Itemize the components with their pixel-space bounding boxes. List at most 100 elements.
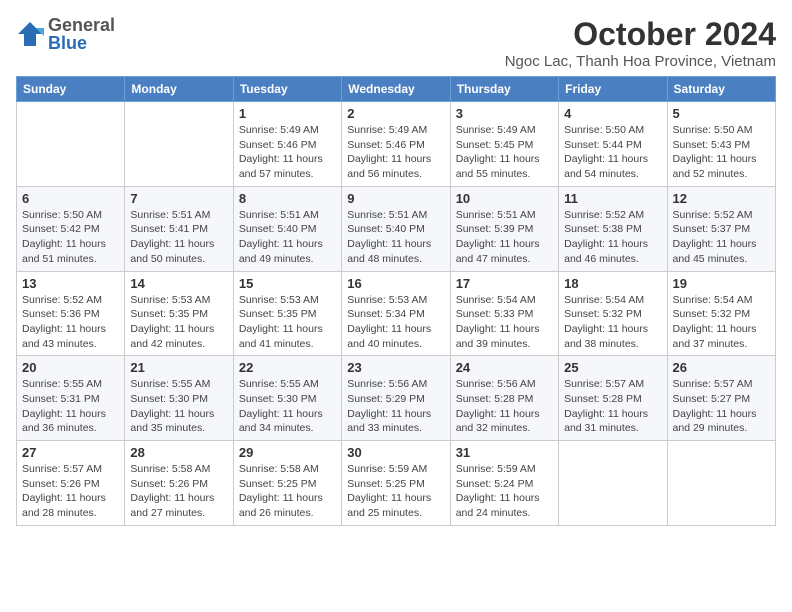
day-info: Sunrise: 5:54 AMSunset: 5:33 PMDaylight:… bbox=[456, 293, 553, 352]
day-info: Sunrise: 5:55 AMSunset: 5:30 PMDaylight:… bbox=[130, 377, 227, 436]
calendar-cell: 7Sunrise: 5:51 AMSunset: 5:41 PMDaylight… bbox=[125, 186, 233, 271]
day-number: 26 bbox=[673, 360, 770, 375]
day-number: 15 bbox=[239, 276, 336, 291]
day-info: Sunrise: 5:52 AMSunset: 5:36 PMDaylight:… bbox=[22, 293, 119, 352]
day-info: Sunrise: 5:59 AMSunset: 5:25 PMDaylight:… bbox=[347, 462, 444, 521]
calendar-cell: 19 Sunrise: 5:54 AMSunset: 5:32 PMDayligh… bbox=[667, 271, 775, 356]
weekday-header-wednesday: Wednesday bbox=[342, 77, 450, 102]
calendar-table: SundayMondayTuesdayWednesdayThursdayFrid… bbox=[16, 76, 776, 526]
day-info: Sunrise: 5:54 AMSunset: 5:32 PMDaylight:… bbox=[673, 293, 770, 352]
location-subtitle: Ngoc Lac, Thanh Hoa Province, Vietnam bbox=[505, 53, 776, 70]
day-number: 12 bbox=[673, 191, 770, 206]
logo-blue: Blue bbox=[48, 34, 115, 52]
calendar-cell: 18Sunrise: 5:54 AMSunset: 5:32 PMDayligh… bbox=[559, 271, 667, 356]
day-info: Sunrise: 5:53 AMSunset: 5:35 PMDaylight:… bbox=[130, 293, 227, 352]
calendar-cell: 4 Sunrise: 5:50 AMSunset: 5:44 PMDaylight… bbox=[559, 102, 667, 187]
day-number: 14 bbox=[130, 276, 227, 291]
day-info: Sunrise: 5:59 AMSunset: 5:24 PMDaylight:… bbox=[456, 462, 553, 521]
calendar-week-row: 1 Sunrise: 5:49 AMSunset: 5:46 PMDaylight… bbox=[17, 102, 776, 187]
day-number: 6 bbox=[22, 191, 119, 206]
logo: General Blue bbox=[16, 16, 115, 52]
calendar-cell: 9 Sunrise: 5:51 AMSunset: 5:40 PMDaylight… bbox=[342, 186, 450, 271]
calendar-cell: 15 Sunrise: 5:53 AMSunset: 5:35 PMDayligh… bbox=[233, 271, 341, 356]
day-info: Sunrise: 5:51 AMSunset: 5:40 PMDaylight:… bbox=[239, 208, 336, 267]
calendar-cell: 12 Sunrise: 5:52 AMSunset: 5:37 PMDayligh… bbox=[667, 186, 775, 271]
calendar-cell: 20Sunrise: 5:55 AMSunset: 5:31 PMDayligh… bbox=[17, 356, 125, 441]
day-number: 22 bbox=[239, 360, 336, 375]
day-number: 28 bbox=[130, 445, 227, 460]
day-number: 10 bbox=[456, 191, 553, 206]
day-number: 25 bbox=[564, 360, 661, 375]
day-number: 5 bbox=[673, 106, 770, 121]
weekday-header-monday: Monday bbox=[125, 77, 233, 102]
calendar-cell: 16Sunrise: 5:53 AMSunset: 5:34 PMDayligh… bbox=[342, 271, 450, 356]
day-number: 23 bbox=[347, 360, 444, 375]
day-info: Sunrise: 5:58 AMSunset: 5:26 PMDaylight:… bbox=[130, 462, 227, 521]
logo-icon bbox=[16, 20, 44, 48]
day-info: Sunrise: 5:50 AMSunset: 5:42 PMDaylight:… bbox=[22, 208, 119, 267]
page-header: General Blue October 2024 Ngoc Lac, Than… bbox=[16, 16, 776, 70]
day-info: Sunrise: 5:55 AMSunset: 5:30 PMDaylight:… bbox=[239, 377, 336, 436]
day-number: 31 bbox=[456, 445, 553, 460]
calendar-cell: 23Sunrise: 5:56 AMSunset: 5:29 PMDayligh… bbox=[342, 356, 450, 441]
day-info: Sunrise: 5:57 AMSunset: 5:28 PMDaylight:… bbox=[564, 377, 661, 436]
day-info: Sunrise: 5:53 AMSunset: 5:35 PMDaylight:… bbox=[239, 293, 336, 352]
calendar-cell: 1 Sunrise: 5:49 AMSunset: 5:46 PMDaylight… bbox=[233, 102, 341, 187]
calendar-week-row: 13 Sunrise: 5:52 AMSunset: 5:36 PMDayligh… bbox=[17, 271, 776, 356]
calendar-cell: 10Sunrise: 5:51 AMSunset: 5:39 PMDayligh… bbox=[450, 186, 558, 271]
day-number: 21 bbox=[130, 360, 227, 375]
day-number: 29 bbox=[239, 445, 336, 460]
calendar-cell: 29Sunrise: 5:58 AMSunset: 5:25 PMDayligh… bbox=[233, 441, 341, 526]
calendar-cell: 5Sunrise: 5:50 AMSunset: 5:43 PMDaylight… bbox=[667, 102, 775, 187]
day-number: 3 bbox=[456, 106, 553, 121]
weekday-header-tuesday: Tuesday bbox=[233, 77, 341, 102]
day-info: Sunrise: 5:54 AMSunset: 5:32 PMDaylight:… bbox=[564, 293, 661, 352]
weekday-header-row: SundayMondayTuesdayWednesdayThursdayFrid… bbox=[17, 77, 776, 102]
day-number: 27 bbox=[22, 445, 119, 460]
day-number: 4 bbox=[564, 106, 661, 121]
calendar-week-row: 20Sunrise: 5:55 AMSunset: 5:31 PMDayligh… bbox=[17, 356, 776, 441]
weekday-header-thursday: Thursday bbox=[450, 77, 558, 102]
day-info: Sunrise: 5:56 AMSunset: 5:28 PMDaylight:… bbox=[456, 377, 553, 436]
calendar-cell bbox=[17, 102, 125, 187]
calendar-cell: 28 Sunrise: 5:58 AMSunset: 5:26 PMDayligh… bbox=[125, 441, 233, 526]
day-number: 2 bbox=[347, 106, 444, 121]
calendar-cell: 17 Sunrise: 5:54 AMSunset: 5:33 PMDayligh… bbox=[450, 271, 558, 356]
day-info: Sunrise: 5:50 AMSunset: 5:44 PMDaylight:… bbox=[564, 123, 661, 182]
calendar-cell: 3 Sunrise: 5:49 AMSunset: 5:45 PMDaylight… bbox=[450, 102, 558, 187]
day-info: Sunrise: 5:52 AMSunset: 5:38 PMDaylight:… bbox=[564, 208, 661, 267]
logo-general: General bbox=[48, 16, 115, 34]
title-area: October 2024 Ngoc Lac, Thanh Hoa Provinc… bbox=[505, 16, 776, 70]
day-number: 1 bbox=[239, 106, 336, 121]
calendar-cell: 26 Sunrise: 5:57 AMSunset: 5:27 PMDayligh… bbox=[667, 356, 775, 441]
calendar-cell: 25 Sunrise: 5:57 AMSunset: 5:28 PMDayligh… bbox=[559, 356, 667, 441]
calendar-cell: 13 Sunrise: 5:52 AMSunset: 5:36 PMDayligh… bbox=[17, 271, 125, 356]
logo-text: General Blue bbox=[48, 16, 115, 52]
day-info: Sunrise: 5:52 AMSunset: 5:37 PMDaylight:… bbox=[673, 208, 770, 267]
day-number: 8 bbox=[239, 191, 336, 206]
day-number: 17 bbox=[456, 276, 553, 291]
day-info: Sunrise: 5:57 AMSunset: 5:27 PMDaylight:… bbox=[673, 377, 770, 436]
calendar-cell bbox=[559, 441, 667, 526]
calendar-cell: 2 Sunrise: 5:49 AMSunset: 5:46 PMDaylight… bbox=[342, 102, 450, 187]
day-info: Sunrise: 5:49 AMSunset: 5:45 PMDaylight:… bbox=[456, 123, 553, 182]
calendar-cell: 27Sunrise: 5:57 AMSunset: 5:26 PMDayligh… bbox=[17, 441, 125, 526]
calendar-cell: 24Sunrise: 5:56 AMSunset: 5:28 PMDayligh… bbox=[450, 356, 558, 441]
day-info: Sunrise: 5:49 AMSunset: 5:46 PMDaylight:… bbox=[239, 123, 336, 182]
day-info: Sunrise: 5:51 AMSunset: 5:41 PMDaylight:… bbox=[130, 208, 227, 267]
day-info: Sunrise: 5:51 AMSunset: 5:40 PMDaylight:… bbox=[347, 208, 444, 267]
calendar-cell: 21 Sunrise: 5:55 AMSunset: 5:30 PMDayligh… bbox=[125, 356, 233, 441]
day-info: Sunrise: 5:49 AMSunset: 5:46 PMDaylight:… bbox=[347, 123, 444, 182]
day-number: 20 bbox=[22, 360, 119, 375]
calendar-week-row: 27Sunrise: 5:57 AMSunset: 5:26 PMDayligh… bbox=[17, 441, 776, 526]
day-info: Sunrise: 5:53 AMSunset: 5:34 PMDaylight:… bbox=[347, 293, 444, 352]
day-number: 30 bbox=[347, 445, 444, 460]
day-number: 13 bbox=[22, 276, 119, 291]
weekday-header-sunday: Sunday bbox=[17, 77, 125, 102]
day-number: 9 bbox=[347, 191, 444, 206]
calendar-cell: 22 Sunrise: 5:55 AMSunset: 5:30 PMDayligh… bbox=[233, 356, 341, 441]
calendar-cell: 14 Sunrise: 5:53 AMSunset: 5:35 PMDayligh… bbox=[125, 271, 233, 356]
calendar-cell: 6 Sunrise: 5:50 AMSunset: 5:42 PMDaylight… bbox=[17, 186, 125, 271]
day-number: 19 bbox=[673, 276, 770, 291]
calendar-week-row: 6 Sunrise: 5:50 AMSunset: 5:42 PMDaylight… bbox=[17, 186, 776, 271]
